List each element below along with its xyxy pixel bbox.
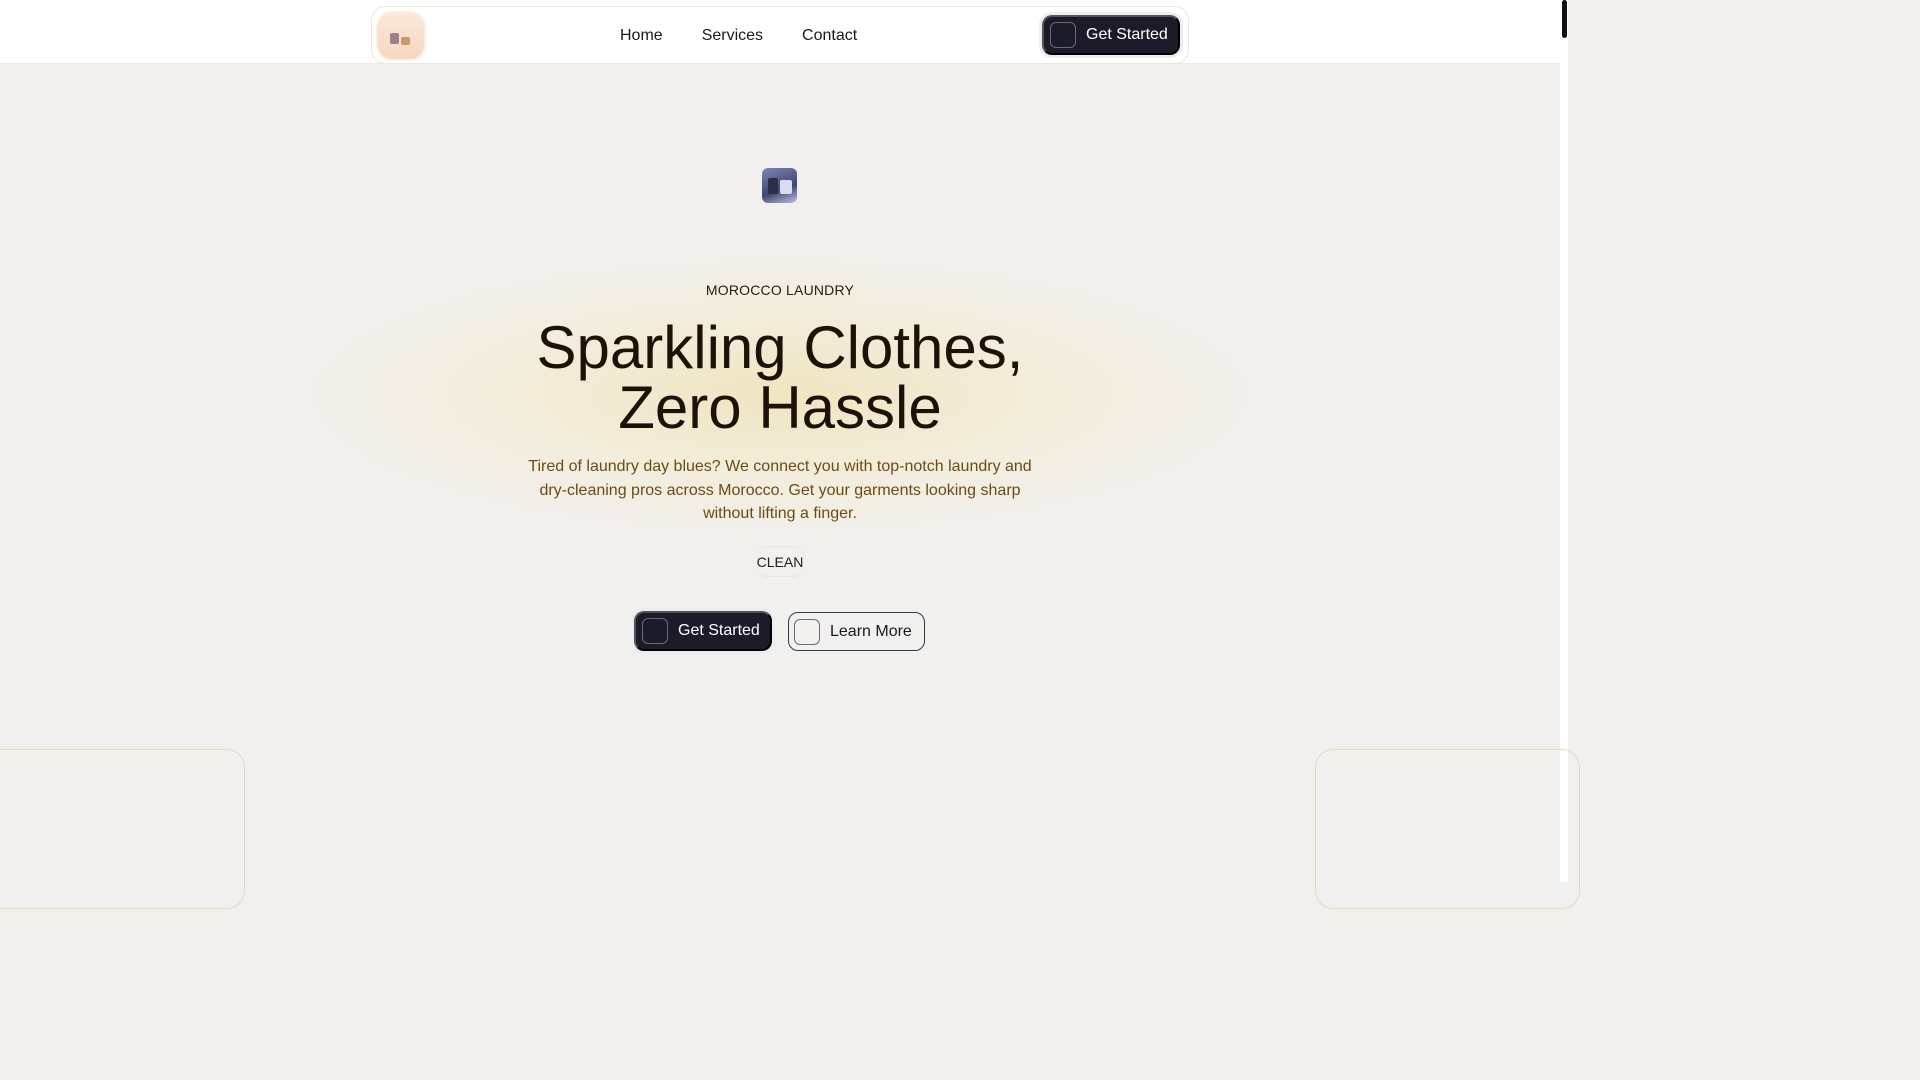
washer-shape [780,180,792,194]
feature-card-right [1315,749,1580,909]
get-started-hero-button[interactable]: Get Started [634,611,772,651]
hero-headline-line1: Sparkling Clothes, [536,314,1024,381]
navbar: Home Services Contact Get Started [371,6,1189,64]
arrow-icon [1050,22,1076,48]
hero-headline: Sparkling Clothes, Zero Hassle [0,318,1560,438]
nav-links: Home Services Contact [620,27,896,45]
get-started-nav-button[interactable]: Get Started [1042,15,1180,55]
clean-chip: CLEAN [753,546,807,577]
hero-subtext: Tired of laundry day blues? We connect y… [528,458,1032,522]
learn-more-button[interactable]: Learn More [788,612,925,651]
hero-headline-line2: Zero Hassle [618,374,942,441]
scrollbar-thumb[interactable] [1562,0,1567,38]
get-started-label: Get Started [678,622,760,639]
hero-thumbnail-image [762,168,797,203]
logo[interactable] [378,13,424,59]
washer-shape [768,178,778,194]
logo-box-icon [401,37,410,45]
info-icon [794,618,820,645]
nav-link-services[interactable]: Services [702,27,763,45]
get-started-label: Get Started [1086,26,1168,43]
arrow-icon [642,618,668,644]
feature-card-left [0,749,245,909]
nav-link-home[interactable]: Home [620,27,663,45]
hero-eyebrow: MOROCCO LAUNDRY [705,282,855,298]
learn-more-label: Learn More [830,622,912,640]
logo-box-icon [390,33,399,44]
nav-link-contact[interactable]: Contact [802,27,857,45]
